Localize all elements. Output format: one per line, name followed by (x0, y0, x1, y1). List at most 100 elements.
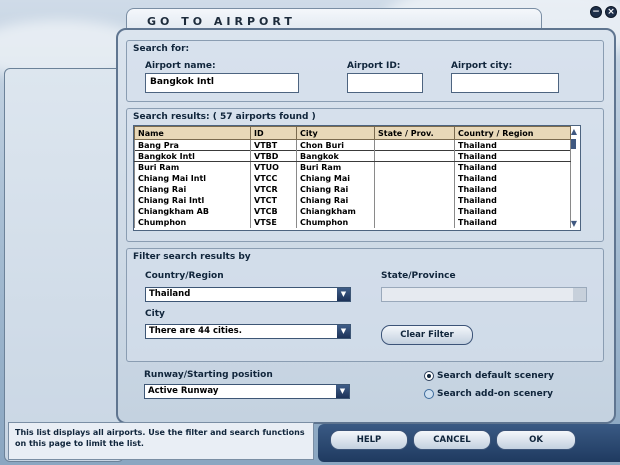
addon-scenery-label[interactable]: Search add-on scenery (437, 389, 553, 399)
table-cell: Thailand (454, 216, 571, 228)
city-label: City (145, 309, 165, 319)
country-select[interactable]: Thailand ▼ (145, 287, 351, 302)
results-header: Name ID City State / Prov. Country / Region (134, 126, 571, 140)
airport-name-label: Airport name: (145, 61, 216, 71)
minimize-icon[interactable]: − (590, 6, 602, 18)
state-label: State/Province (381, 271, 456, 281)
runway-label: Runway/Starting position (144, 370, 273, 380)
table-cell: Thailand (454, 194, 571, 206)
table-cell: Chiang Rai Intl (134, 194, 251, 206)
table-cell: Bang Pra (134, 139, 251, 151)
state-select (381, 287, 587, 302)
table-cell: Thailand (454, 139, 571, 151)
airport-city-field[interactable] (456, 77, 554, 87)
airport-city-input[interactable] (451, 73, 559, 93)
table-cell: Chumphon (296, 216, 375, 228)
filter-group: Filter search results by Country/Region … (126, 248, 604, 362)
cancel-button[interactable]: CANCEL (413, 430, 491, 450)
column-header[interactable]: ID (250, 126, 297, 140)
ok-button[interactable]: OK (496, 430, 576, 450)
table-row[interactable]: Chiang Rai Intl VTCT Chiang Rai Thailand (134, 194, 571, 206)
table-cell: VTCT (250, 194, 297, 206)
runway-value: Active Runway (148, 386, 219, 396)
chevron-down-icon[interactable]: ▼ (337, 288, 350, 301)
column-header[interactable]: City (296, 126, 375, 140)
table-cell: VTCR (250, 183, 297, 195)
default-scenery-radio[interactable] (424, 371, 434, 381)
window-title: GO TO AIRPORT (147, 15, 296, 28)
column-header[interactable]: Name (134, 126, 251, 140)
table-cell: Chiangkham AB (134, 205, 251, 217)
airport-id-label: Airport ID: (347, 61, 401, 71)
table-cell (374, 172, 455, 184)
table-cell (374, 150, 455, 162)
table-row[interactable]: Chiangkham AB VTCB Chiangkham Thailand (134, 205, 571, 217)
airport-city-label: Airport city: (451, 61, 513, 71)
table-cell: Chiang Rai (296, 183, 375, 195)
search-for-group: Search for: Airport name: Airport ID: Ai… (126, 40, 604, 102)
clear-filter-button[interactable]: Clear Filter (381, 325, 473, 345)
table-cell: Buri Ram (296, 161, 375, 173)
table-cell: Buri Ram (134, 161, 251, 173)
airport-id-input[interactable] (347, 73, 423, 93)
table-row[interactable]: Chiang Rai VTCR Chiang Rai Thailand (134, 183, 571, 195)
table-cell: Chiang Rai (296, 194, 375, 206)
table-cell: VTUO (250, 161, 297, 173)
table-cell: VTCB (250, 205, 297, 217)
airport-id-field[interactable] (352, 77, 418, 87)
table-cell: Bangkok (296, 150, 375, 162)
table-cell: Chiang Rai (134, 183, 251, 195)
airport-name-input[interactable] (145, 73, 299, 93)
table-cell: VTSE (250, 216, 297, 228)
button-bar: HELP CANCEL OK (318, 424, 620, 462)
scroll-thumb[interactable] (571, 139, 576, 149)
country-label: Country/Region (145, 271, 224, 281)
table-row[interactable]: Buri Ram VTUO Buri Ram Thailand (134, 161, 571, 173)
chevron-down-icon[interactable]: ▼ (336, 385, 349, 398)
default-scenery-label[interactable]: Search default scenery (437, 371, 554, 381)
table-cell (374, 183, 455, 195)
table-cell (374, 161, 455, 173)
table-row[interactable]: Chumphon VTSE Chumphon Thailand (134, 216, 571, 228)
column-header[interactable]: Country / Region (454, 126, 571, 140)
left-panel (4, 68, 124, 462)
close-icon[interactable]: × (605, 6, 617, 18)
table-cell: Thailand (454, 161, 571, 173)
help-button[interactable]: HELP (330, 430, 408, 450)
filter-legend: Filter search results by (133, 252, 251, 262)
city-select[interactable]: There are 44 cities. ▼ (145, 324, 351, 339)
table-cell: VTBD (250, 150, 297, 162)
table-cell (374, 139, 455, 151)
scroll-down-icon[interactable]: ▼ (569, 219, 579, 229)
search-for-legend: Search for: (133, 44, 190, 54)
results-table: Name ID City State / Prov. Country / Region … (133, 125, 581, 231)
table-cell: Thailand (454, 183, 571, 195)
table-cell: VTCC (250, 172, 297, 184)
results-scrollbar[interactable]: ▲ ▼ (569, 127, 579, 229)
table-cell: Chiang Mai Intl (134, 172, 251, 184)
addon-scenery-radio[interactable] (424, 389, 434, 399)
table-cell: Thailand (454, 172, 571, 184)
city-value: There are 44 cities. (149, 326, 242, 336)
chevron-down-icon (573, 288, 586, 301)
table-cell: Chiang Mai (296, 172, 375, 184)
table-cell: Chumphon (134, 216, 251, 228)
table-cell: Chiangkham (296, 205, 375, 217)
chevron-down-icon[interactable]: ▼ (337, 325, 350, 338)
table-cell (374, 216, 455, 228)
search-results-group: Search results: ( 57 airports found ) Na… (126, 108, 604, 242)
table-cell: VTBT (250, 139, 297, 151)
search-results-legend: Search results: ( 57 airports found ) (133, 112, 316, 122)
column-header[interactable]: State / Prov. (374, 126, 455, 140)
table-row[interactable]: Bangkok Intl VTBD Bangkok Thailand (134, 150, 571, 162)
airport-name-field[interactable] (150, 77, 294, 87)
table-cell (374, 194, 455, 206)
table-cell: Bangkok Intl (134, 150, 251, 162)
scroll-up-icon[interactable]: ▲ (569, 127, 579, 137)
runway-select[interactable]: Active Runway ▼ (144, 384, 350, 399)
country-value: Thailand (149, 289, 191, 299)
table-row[interactable]: Bang Pra VTBT Chon Buri Thailand (134, 139, 571, 151)
table-cell: Thailand (454, 150, 571, 162)
table-cell (374, 205, 455, 217)
table-row[interactable]: Chiang Mai Intl VTCC Chiang Mai Thailand (134, 172, 571, 184)
